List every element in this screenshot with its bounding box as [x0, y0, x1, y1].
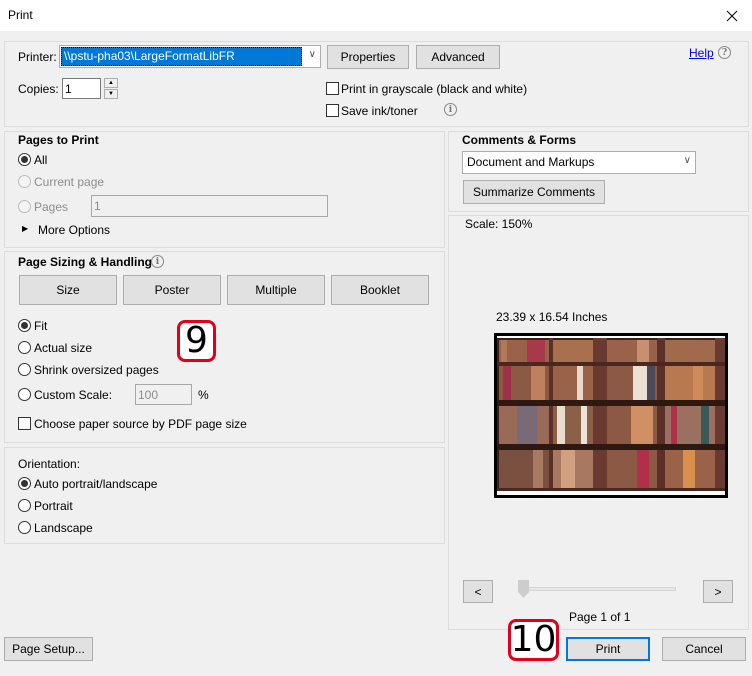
comments-forms-select[interactable]: Document and Markups ∨	[462, 151, 696, 174]
radio-pages[interactable]	[18, 200, 31, 213]
page-sizing-title: Page Sizing & Handling	[18, 255, 153, 269]
tab-size[interactable]: Size	[19, 275, 117, 305]
printer-select[interactable]: \\pstu-pha03\LargeFormatLibFR ∨	[59, 45, 321, 68]
radio-portrait[interactable]	[18, 499, 31, 512]
radio-fit-label: Fit	[34, 319, 48, 333]
grayscale-checkbox[interactable]	[326, 82, 339, 95]
save-ink-label: Save ink/toner	[341, 104, 418, 118]
comments-forms-title: Comments & Forms	[462, 133, 577, 147]
copies-decrement[interactable]: ▼	[104, 89, 118, 99]
page-sizing-info-icon[interactable]: i	[151, 255, 164, 268]
save-ink-checkbox[interactable]	[326, 104, 339, 117]
window-title: Print	[8, 8, 33, 22]
more-options-toggle[interactable]: More Options	[38, 223, 110, 237]
prev-page-button[interactable]: <	[463, 580, 493, 603]
paper-source-checkbox[interactable]	[18, 417, 31, 430]
help-icon[interactable]: ?	[718, 46, 731, 59]
radio-all-label: All	[34, 153, 48, 167]
save-ink-info-icon[interactable]: i	[444, 103, 457, 116]
radio-auto-orientation-label: Auto portrait/landscape	[34, 477, 158, 491]
close-icon	[726, 10, 738, 21]
radio-all[interactable]	[18, 153, 31, 166]
chevron-down-icon: ∨	[308, 49, 316, 60]
radio-actual-size[interactable]	[18, 341, 31, 354]
custom-scale-input[interactable]: 100	[135, 384, 192, 405]
radio-auto-orientation[interactable]	[18, 477, 31, 490]
radio-pages-label: Pages	[34, 200, 69, 214]
advanced-button[interactable]: Advanced	[416, 45, 500, 69]
cancel-button[interactable]: Cancel	[662, 637, 746, 661]
bookshelf-photo	[497, 338, 725, 491]
radio-shrink-oversized[interactable]	[18, 363, 31, 376]
paper-source-label: Choose paper source by PDF page size	[34, 417, 247, 431]
tab-multiple[interactable]: Multiple	[227, 275, 325, 305]
printer-label: Printer:	[18, 50, 57, 64]
tab-poster[interactable]: Poster	[123, 275, 221, 305]
preview-page	[494, 333, 728, 498]
radio-actual-size-label: Actual size	[34, 341, 93, 355]
chevron-down-icon: ∨	[683, 155, 691, 166]
radio-landscape-label: Landscape	[34, 521, 93, 535]
grayscale-label: Print in grayscale (black and white)	[341, 82, 528, 96]
percent-label: %	[198, 388, 209, 402]
page-indicator: Page 1 of 1	[569, 610, 631, 624]
callout-9: 9	[177, 320, 216, 362]
radio-fit[interactable]	[18, 319, 31, 332]
printer-value: \\pstu-pha03\LargeFormatLibFR	[64, 49, 235, 63]
expand-triangle-icon[interactable]: ▶	[22, 224, 28, 233]
radio-shrink-oversized-label: Shrink oversized pages	[34, 363, 159, 377]
radio-current-page[interactable]	[18, 175, 31, 188]
radio-current-page-label: Current page	[34, 175, 105, 189]
close-button[interactable]	[712, 0, 752, 31]
radio-landscape[interactable]	[18, 521, 31, 534]
dimensions-label: 23.39 x 16.54 Inches	[496, 310, 608, 324]
pages-input[interactable]: 1	[91, 195, 328, 217]
summarize-comments-button[interactable]: Summarize Comments	[463, 180, 605, 204]
page-setup-button[interactable]: Page Setup...	[4, 637, 93, 661]
title-bar: Print	[0, 0, 752, 31]
tab-booklet[interactable]: Booklet	[331, 275, 429, 305]
next-page-button[interactable]: >	[703, 580, 733, 603]
print-button[interactable]: Print	[566, 637, 650, 661]
radio-portrait-label: Portrait	[34, 499, 73, 513]
radio-custom-scale-label: Custom Scale:	[34, 388, 113, 402]
copies-label: Copies:	[18, 82, 59, 96]
page-slider-thumb[interactable]	[518, 580, 529, 598]
orientation-title: Orientation:	[18, 457, 81, 471]
copies-increment[interactable]: ▲	[104, 78, 118, 88]
comments-forms-value: Document and Markups	[467, 155, 595, 169]
page-slider-track[interactable]	[519, 587, 676, 591]
copies-input[interactable]: 1	[62, 78, 101, 99]
properties-button[interactable]: Properties	[327, 45, 409, 69]
scale-label: Scale: 150%	[465, 217, 533, 231]
help-link[interactable]: Help	[689, 46, 714, 60]
radio-custom-scale[interactable]	[18, 388, 31, 401]
pages-to-print-title: Pages to Print	[18, 133, 99, 147]
callout-10: 10	[508, 619, 559, 661]
